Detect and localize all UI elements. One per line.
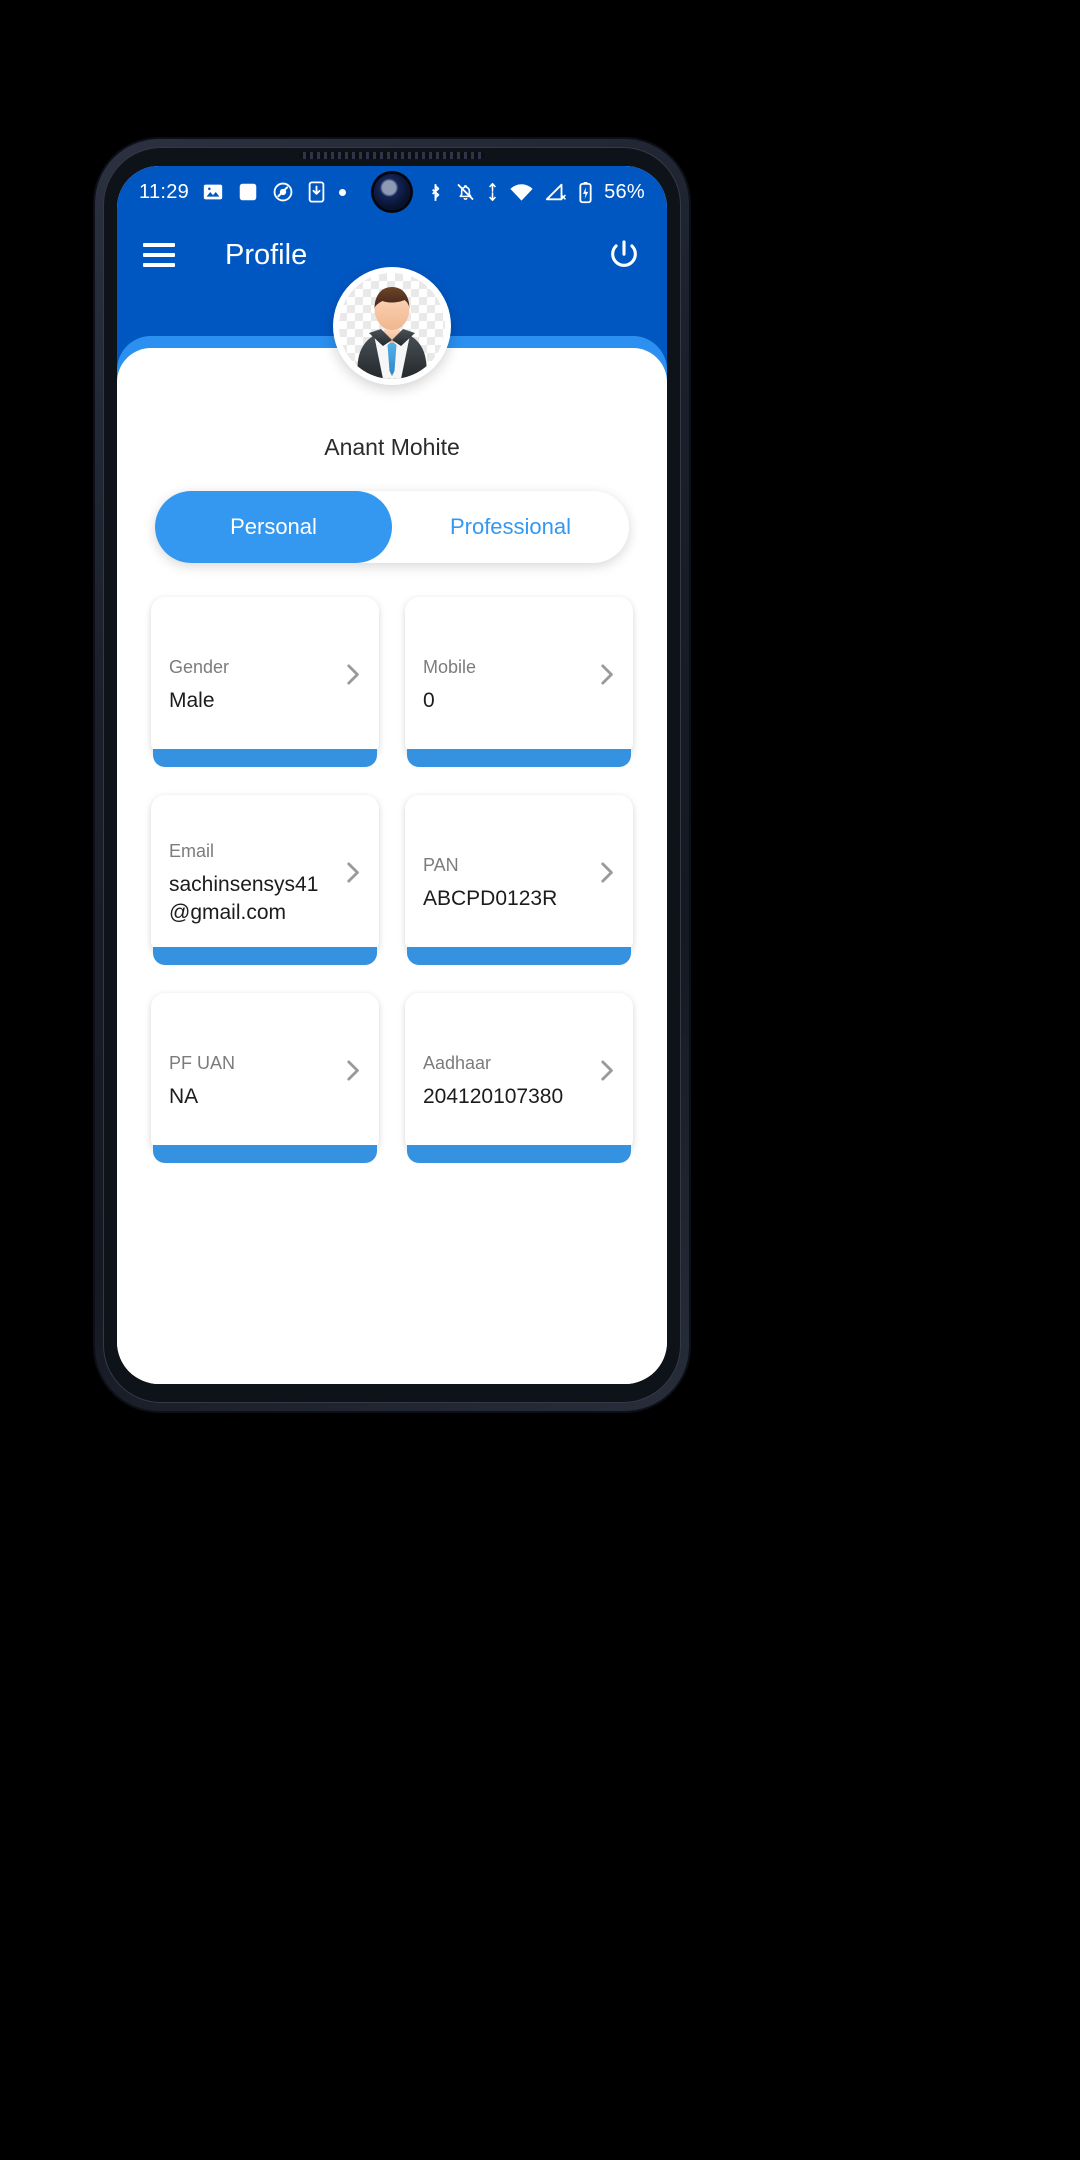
signal-no-service-icon [545,183,566,201]
status-bar-clock: 11:29 [139,180,190,203]
field-value: 0 [423,689,435,713]
front-camera-punch-hole [374,174,410,210]
battery-percent-label: 56% [604,180,645,203]
profile-content: Anant Mohite Personal Professional Gende… [117,267,667,1384]
chevron-right-icon[interactable] [339,1058,365,1089]
tab-personal[interactable]: Personal [155,491,392,563]
field-label: Email [169,841,215,862]
hamburger-menu-icon[interactable] [143,243,175,267]
field-card-aadhaar[interactable]: Aadhaar 204120107380 [405,993,633,1163]
field-label: PF UAN [169,1053,236,1074]
businessman-avatar-icon [339,273,445,379]
field-card-mobile[interactable]: Mobile 0 [405,597,633,767]
status-bar-left: 11:29 [139,180,347,204]
no-entry-circle-icon [273,182,293,202]
white-square-icon [239,183,257,201]
card-accent-strip [153,947,377,965]
notifications-silenced-icon [457,184,474,200]
field-card-pf-uan[interactable]: PF UAN NA [151,993,379,1163]
card-accent-strip [407,947,631,965]
power-icon[interactable] [607,238,641,272]
field-label: PAN [423,855,459,876]
chevron-right-icon[interactable] [593,860,619,891]
card-accent-strip [153,1145,377,1163]
bluetooth-icon [432,183,440,201]
data-transfer-icon [489,182,496,202]
profile-fields-grid: Gender Male Mobile 0 Email sachinsensys4… [151,597,633,1163]
chevron-right-icon[interactable] [339,860,365,891]
field-value: ABCPD0123R [423,887,558,911]
status-bar: 11:29 56% [117,166,667,218]
field-value: Male [169,689,215,713]
user-name: Anant Mohite [324,434,460,460]
download-to-phone-icon [308,181,325,203]
status-bar-right: 56% [427,181,645,204]
battery-charging-icon [579,181,592,203]
card-accent-strip [407,1145,631,1163]
field-value: NA [169,1085,199,1109]
avatar[interactable] [333,267,451,385]
field-value: 204120107380 [423,1085,564,1109]
profile-tabs: Personal Professional [155,491,629,563]
chevron-right-icon[interactable] [339,662,365,693]
tab-professional[interactable]: Professional [392,491,629,563]
field-card-pan[interactable]: PAN ABCPD0123R [405,795,633,965]
card-accent-strip [153,749,377,767]
field-card-email[interactable]: Email sachinsensys41@gmail.com [151,795,379,965]
page-title: Profile [225,238,308,271]
field-value: sachinsensys41@gmail.com [169,873,319,924]
field-label: Mobile [423,657,477,678]
image-icon [203,184,223,200]
wifi-icon [510,183,533,201]
phone-screen: 11:29 56% Profile Anant Mohite Personal … [117,166,667,1384]
chevron-right-icon[interactable] [593,662,619,693]
dot-icon [339,188,347,196]
screenshot-canvas: 11:29 56% Profile Anant Mohite Personal … [0,0,1080,2160]
field-card-gender[interactable]: Gender Male [151,597,379,767]
field-label: Aadhaar [423,1053,492,1074]
phone-device-frame: 11:29 56% Profile Anant Mohite Personal … [95,139,689,1411]
earpiece-speaker-grille [299,152,485,159]
card-accent-strip [407,749,631,767]
field-label: Gender [169,657,230,678]
chevron-right-icon[interactable] [593,1058,619,1089]
